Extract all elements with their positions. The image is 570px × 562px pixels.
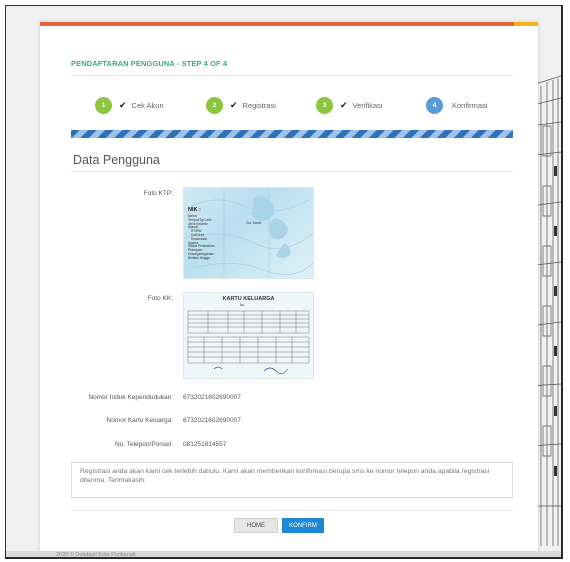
step-number-badge: 3 bbox=[316, 96, 333, 114]
nik-value: 6732021602690007 bbox=[183, 394, 241, 401]
home-button[interactable]: HOME bbox=[234, 518, 278, 533]
section-divider bbox=[71, 171, 513, 172]
step-label: Cek Akun bbox=[131, 100, 164, 110]
nik-label: Nomor Induk Kependudukan: bbox=[88, 394, 173, 401]
kk-no-text: No. bbox=[240, 303, 245, 307]
kk-number-label: Nomor Kartu Keluarga: bbox=[106, 417, 173, 424]
step-konfirmasi: 4 Konfirmasi bbox=[426, 94, 487, 116]
ktp-blood-type-text: Gol. Darah bbox=[246, 221, 262, 225]
kk-photo: KARTU KELUARGA No. bbox=[183, 292, 314, 379]
checkmark-icon: ✔ bbox=[230, 99, 238, 110]
card-top-accent-bar bbox=[40, 22, 538, 26]
kk-table-graphic bbox=[187, 310, 310, 374]
step-number-badge: 2 bbox=[206, 96, 223, 114]
screenshot-frame: PENDAFTARAN PENGGUNA - STEP 4 OF 4 1 ✔ C… bbox=[5, 5, 563, 559]
registration-card: PENDAFTARAN PENGGUNA - STEP 4 OF 4 1 ✔ C… bbox=[40, 22, 538, 557]
ktp-photo-label: Foto KTP: bbox=[143, 190, 173, 197]
step-number-badge: 4 bbox=[426, 96, 443, 114]
step-label: Verifikasi bbox=[352, 100, 383, 110]
wizard-steps: 1 ✔ Cek Akun 2 ✔ Registrasi 3 ✔ Verifika… bbox=[71, 94, 513, 116]
wizard-progress-bar bbox=[71, 130, 513, 138]
step-label: Konfirmasi bbox=[452, 100, 488, 110]
kk-heading-text: KARTU KELUARGA bbox=[222, 296, 275, 302]
phone-label: No. Telepon/Ponsel: bbox=[114, 441, 173, 448]
phone-value: 081251814557 bbox=[183, 441, 227, 448]
step-registrasi: 2 ✔ Registrasi bbox=[206, 94, 276, 116]
ktp-field-list: Nama Tempat/Tgl Lahir Jenis Kelamin Alam… bbox=[188, 214, 215, 260]
checkmark-icon: ✔ bbox=[119, 99, 127, 110]
step-cek-akun: 1 ✔ Cek Akun bbox=[95, 94, 164, 116]
footer-copyright: 2020 © Dukdapil Kota Pontianak bbox=[56, 552, 136, 558]
step-label: Registrasi bbox=[242, 100, 276, 110]
kk-photo-label: Foto KK: bbox=[147, 295, 173, 302]
confirm-button[interactable]: KONFIRM bbox=[282, 518, 324, 533]
title-divider bbox=[71, 75, 513, 76]
checkmark-icon: ✔ bbox=[340, 99, 348, 110]
step-verifikasi: 3 ✔ Verifikasi bbox=[316, 94, 383, 116]
wizard-title: PENDAFTARAN PENGGUNA - STEP 4 OF 4 bbox=[71, 59, 228, 68]
ktp-photo: NIK : Nama Tempat/Tgl Lahir Jenis Kelami… bbox=[183, 187, 314, 279]
ktp-nik-text: NIK : bbox=[188, 207, 201, 213]
kk-number-value: 6732021602690007 bbox=[183, 417, 241, 424]
step-number-badge: 1 bbox=[95, 96, 112, 114]
buttons-divider bbox=[71, 510, 513, 511]
registration-notice: Registrasi anda akan kami cek terlebih d… bbox=[71, 462, 513, 498]
section-title: Data Pengguna bbox=[73, 153, 160, 167]
